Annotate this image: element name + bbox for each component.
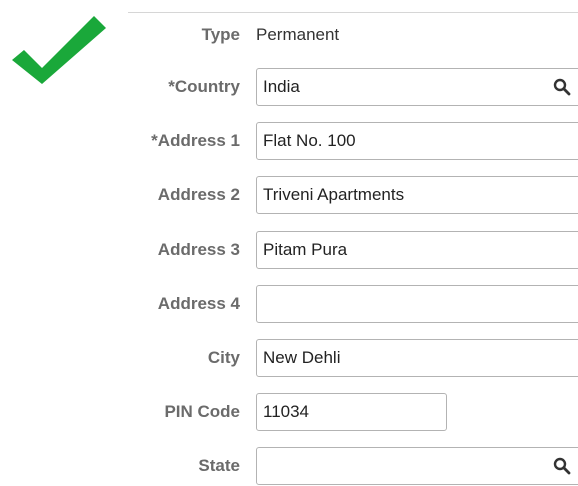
row-state: State bbox=[0, 446, 578, 486]
row-pin-code: PIN Code bbox=[0, 392, 578, 432]
row-city: City bbox=[0, 338, 578, 378]
address2-label: Address 2 bbox=[157, 185, 240, 204]
row-address3: Address 3 bbox=[0, 230, 578, 270]
row-address2: Address 2 bbox=[0, 175, 578, 215]
row-country: *Country bbox=[0, 67, 578, 107]
state-label: State bbox=[198, 456, 240, 475]
form-top-divider bbox=[128, 12, 578, 13]
type-value: Permanent bbox=[256, 25, 340, 44]
pin-code-input[interactable] bbox=[256, 393, 447, 431]
row-type: Type Permanent bbox=[0, 15, 578, 55]
address4-label: Address 4 bbox=[157, 294, 240, 313]
address4-input[interactable] bbox=[256, 285, 578, 323]
pin-code-label: PIN Code bbox=[164, 402, 240, 421]
address3-input[interactable] bbox=[256, 231, 578, 269]
country-label: *Country bbox=[168, 77, 240, 96]
country-input[interactable] bbox=[256, 68, 578, 106]
address2-input[interactable] bbox=[256, 176, 578, 214]
city-label: City bbox=[207, 348, 240, 367]
city-input[interactable] bbox=[256, 339, 578, 377]
address1-input[interactable] bbox=[256, 122, 578, 160]
state-search-icon[interactable] bbox=[553, 457, 571, 475]
country-search-icon[interactable] bbox=[553, 78, 571, 96]
type-label: Type bbox=[201, 25, 240, 44]
address1-label: *Address 1 bbox=[151, 131, 240, 150]
row-address4: Address 4 bbox=[0, 284, 578, 324]
address3-label: Address 3 bbox=[157, 240, 240, 259]
state-input[interactable] bbox=[256, 447, 578, 485]
row-address1: *Address 1 bbox=[0, 121, 578, 161]
